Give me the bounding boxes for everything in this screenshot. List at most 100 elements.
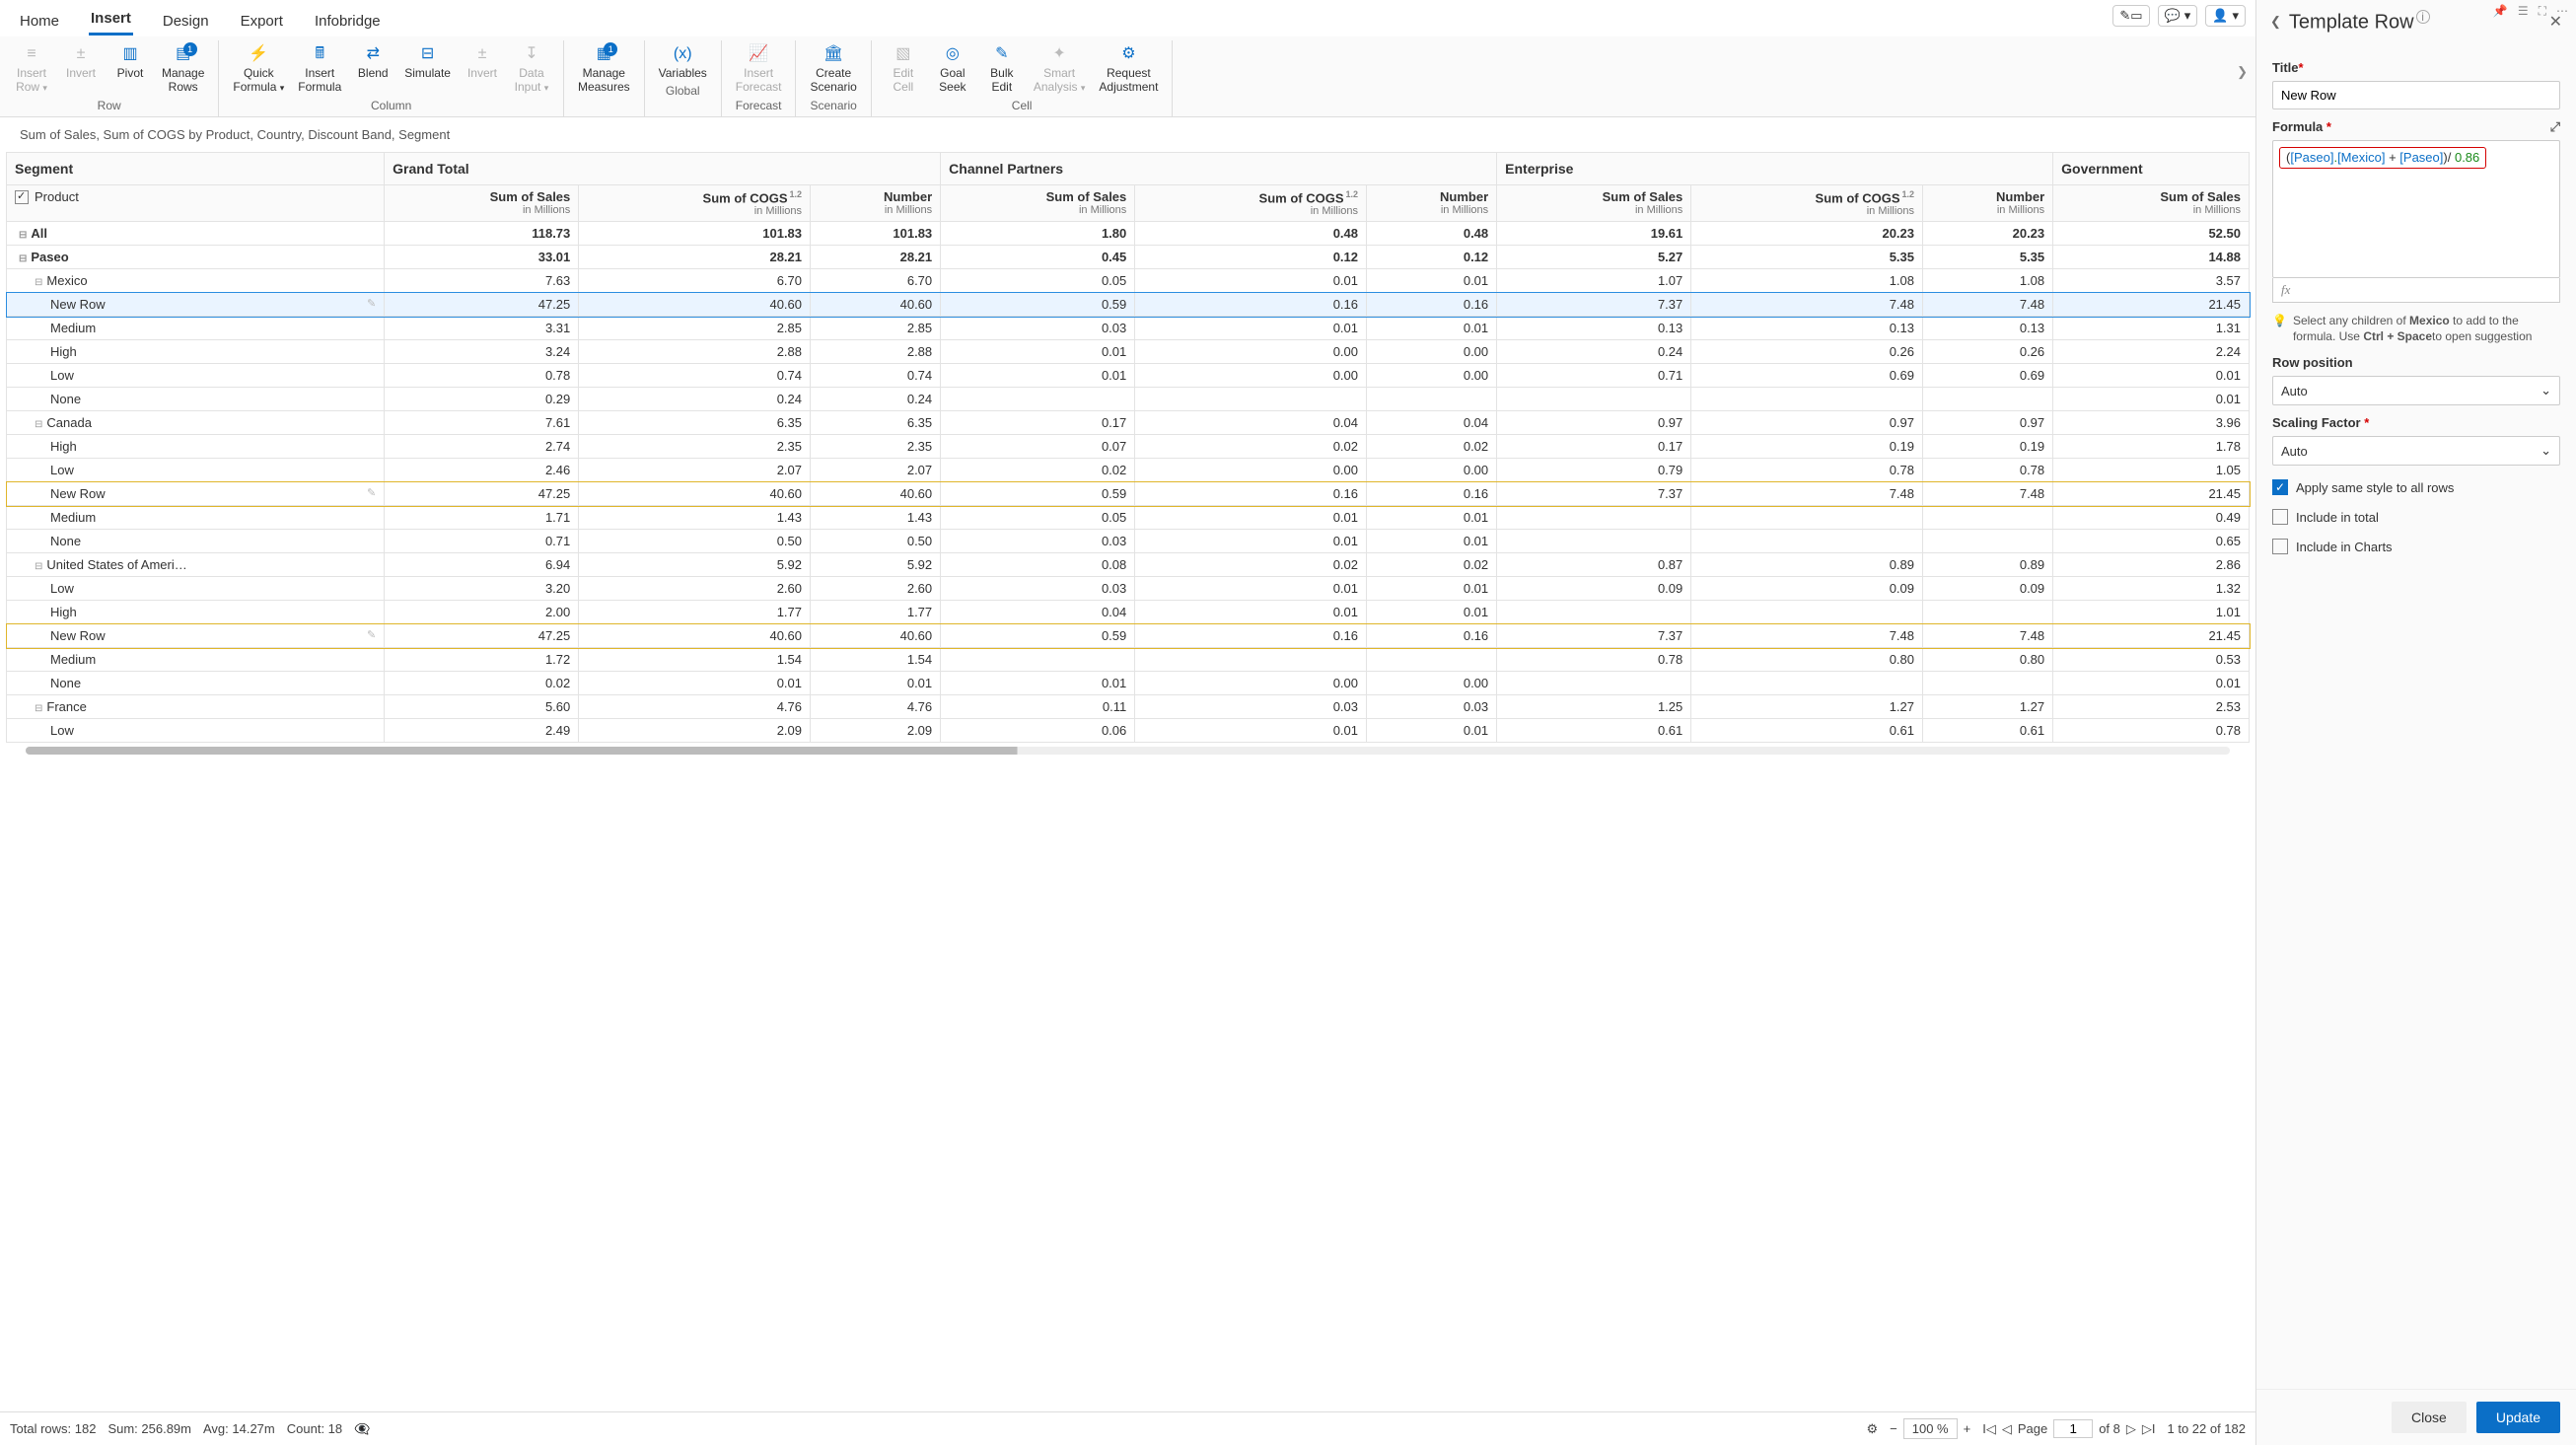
data-cell[interactable]: 1.05 (2053, 459, 2250, 482)
data-cell[interactable]: 0.02 (1135, 553, 1367, 577)
data-cell[interactable]: 47.25 (385, 482, 579, 506)
data-cell[interactable]: 2.35 (579, 435, 811, 459)
data-cell[interactable]: 7.48 (1691, 624, 1923, 648)
data-cell[interactable]: 2.88 (811, 340, 941, 364)
data-cell[interactable]: 40.60 (579, 624, 811, 648)
data-cell[interactable]: 0.80 (1691, 648, 1923, 672)
data-cell[interactable]: 0.74 (811, 364, 941, 388)
data-cell[interactable]: 0.01 (1367, 506, 1497, 530)
data-cell[interactable]: 2.09 (811, 719, 941, 743)
data-cell[interactable]: 3.24 (385, 340, 579, 364)
data-cell[interactable]: 1.43 (579, 506, 811, 530)
table-row[interactable]: Low0.780.740.740.010.000.000.710.690.690… (7, 364, 2250, 388)
page-input[interactable] (2053, 1419, 2093, 1438)
manage-rows-button[interactable]: ▤ManageRows (156, 42, 210, 97)
row-label[interactable]: New Row✎ (7, 293, 385, 317)
table-row[interactable]: ⊟United States of Ameri…6.945.925.920.08… (7, 553, 2250, 577)
data-cell[interactable]: 0.08 (941, 553, 1135, 577)
data-cell[interactable]: 0.02 (1135, 435, 1367, 459)
data-cell[interactable]: 1.77 (579, 601, 811, 624)
data-cell[interactable]: 0.00 (1367, 672, 1497, 695)
data-cell[interactable]: 0.03 (941, 577, 1135, 601)
table-row[interactable]: Medium3.312.852.850.030.010.010.130.130.… (7, 317, 2250, 340)
update-button[interactable]: Update (2476, 1402, 2560, 1433)
data-cell[interactable]: 5.35 (1923, 246, 2053, 269)
data-cell[interactable]: 2.60 (811, 577, 941, 601)
data-cell[interactable]: 4.76 (579, 695, 811, 719)
request-adjustment-button[interactable]: ⚙RequestAdjustment (1093, 42, 1164, 97)
row-label[interactable]: ⊟All (7, 222, 385, 246)
data-cell[interactable] (1135, 388, 1367, 411)
data-cell[interactable]: 0.03 (1135, 695, 1367, 719)
data-cell[interactable]: 0.16 (1135, 624, 1367, 648)
data-cell[interactable]: 5.35 (1691, 246, 1923, 269)
data-cell[interactable]: 0.06 (941, 719, 1135, 743)
data-cell[interactable]: 7.37 (1497, 624, 1691, 648)
tab-export[interactable]: Export (239, 9, 285, 36)
data-cell[interactable]: 0.01 (811, 672, 941, 695)
data-cell[interactable]: 0.04 (941, 601, 1135, 624)
data-cell[interactable]: 1.08 (1691, 269, 1923, 293)
filter-icon[interactable]: ☰ (2518, 4, 2529, 19)
table-row[interactable]: ⊟Canada7.616.356.350.170.040.040.970.970… (7, 411, 2250, 435)
data-cell[interactable]: 0.03 (941, 530, 1135, 553)
bulk-edit-button[interactable]: ✎BulkEdit (978, 42, 1026, 97)
data-cell[interactable]: 0.97 (1691, 411, 1923, 435)
data-cell[interactable]: 0.69 (1691, 364, 1923, 388)
gear-icon[interactable]: ⚙ (1866, 1421, 1878, 1437)
data-cell[interactable]: 2.85 (579, 317, 811, 340)
row-label[interactable]: Medium (7, 648, 385, 672)
create-scenario-button[interactable]: 🏛CreateScenario (804, 42, 862, 97)
data-cell[interactable]: 0.48 (1135, 222, 1367, 246)
data-cell[interactable]: 0.59 (941, 293, 1135, 317)
data-cell[interactable]: 0.78 (385, 364, 579, 388)
data-cell[interactable]: 6.35 (811, 411, 941, 435)
col-header[interactable]: Numberin Millions (1367, 184, 1497, 221)
col-header[interactable]: Sum of Salesin Millions (941, 184, 1135, 221)
page-last[interactable]: ▷I (2142, 1421, 2156, 1437)
data-cell[interactable] (1923, 601, 2053, 624)
data-cell[interactable]: 0.16 (1367, 624, 1497, 648)
data-cell[interactable]: 40.60 (811, 482, 941, 506)
rowpos-select[interactable]: Auto⌄ (2272, 376, 2560, 405)
data-cell[interactable]: 0.49 (2053, 506, 2250, 530)
row-label[interactable]: ⊟Paseo (7, 246, 385, 269)
collapse-icon[interactable]: ⊟ (19, 230, 27, 241)
data-cell[interactable]: 1.54 (579, 648, 811, 672)
data-cell[interactable] (1497, 601, 1691, 624)
data-cell[interactable]: 0.01 (1135, 719, 1367, 743)
data-cell[interactable]: 0.00 (1367, 459, 1497, 482)
table-row[interactable]: New Row✎47.2540.6040.600.590.160.167.377… (7, 293, 2250, 317)
data-cell[interactable]: 0.71 (1497, 364, 1691, 388)
data-cell[interactable]: 1.07 (1497, 269, 1691, 293)
edit-mode-toggle[interactable]: ✎▭ (2112, 5, 2149, 27)
info-icon[interactable]: i (2416, 10, 2430, 24)
horizontal-scrollbar[interactable] (26, 747, 2230, 755)
data-cell[interactable]: 0.78 (1691, 459, 1923, 482)
data-cell[interactable]: 1.08 (1923, 269, 2053, 293)
data-cell[interactable]: 0.02 (1367, 435, 1497, 459)
data-cell[interactable]: 5.92 (579, 553, 811, 577)
data-cell[interactable]: 1.77 (811, 601, 941, 624)
data-cell[interactable]: 7.63 (385, 269, 579, 293)
data-cell[interactable]: 0.48 (1367, 222, 1497, 246)
row-label[interactable]: ⊟United States of Ameri… (7, 553, 385, 577)
data-cell[interactable]: 0.24 (579, 388, 811, 411)
data-cell[interactable]: 0.00 (1135, 459, 1367, 482)
pencil-icon[interactable]: ✎ (367, 628, 376, 641)
data-cell[interactable]: 0.59 (941, 624, 1135, 648)
scaling-select[interactable]: Auto⌄ (2272, 436, 2560, 466)
data-cell[interactable]: 0.09 (1497, 577, 1691, 601)
data-cell[interactable]: 0.01 (941, 340, 1135, 364)
data-cell[interactable]: 0.05 (941, 506, 1135, 530)
row-label[interactable]: Low (7, 719, 385, 743)
comment-toggle[interactable]: 💬▾ (2158, 5, 2198, 27)
colgroup-enterprise[interactable]: Enterprise (1497, 152, 2053, 184)
data-cell[interactable] (1923, 388, 2053, 411)
data-cell[interactable]: 1.25 (1497, 695, 1691, 719)
data-cell[interactable]: 0.01 (941, 672, 1135, 695)
data-cell[interactable]: 20.23 (1691, 222, 1923, 246)
back-icon[interactable]: ❮ (2270, 14, 2281, 30)
table-row[interactable]: ⊟Mexico7.636.706.700.050.010.011.071.081… (7, 269, 2250, 293)
table-row[interactable]: Medium1.711.431.430.050.010.010.49 (7, 506, 2250, 530)
